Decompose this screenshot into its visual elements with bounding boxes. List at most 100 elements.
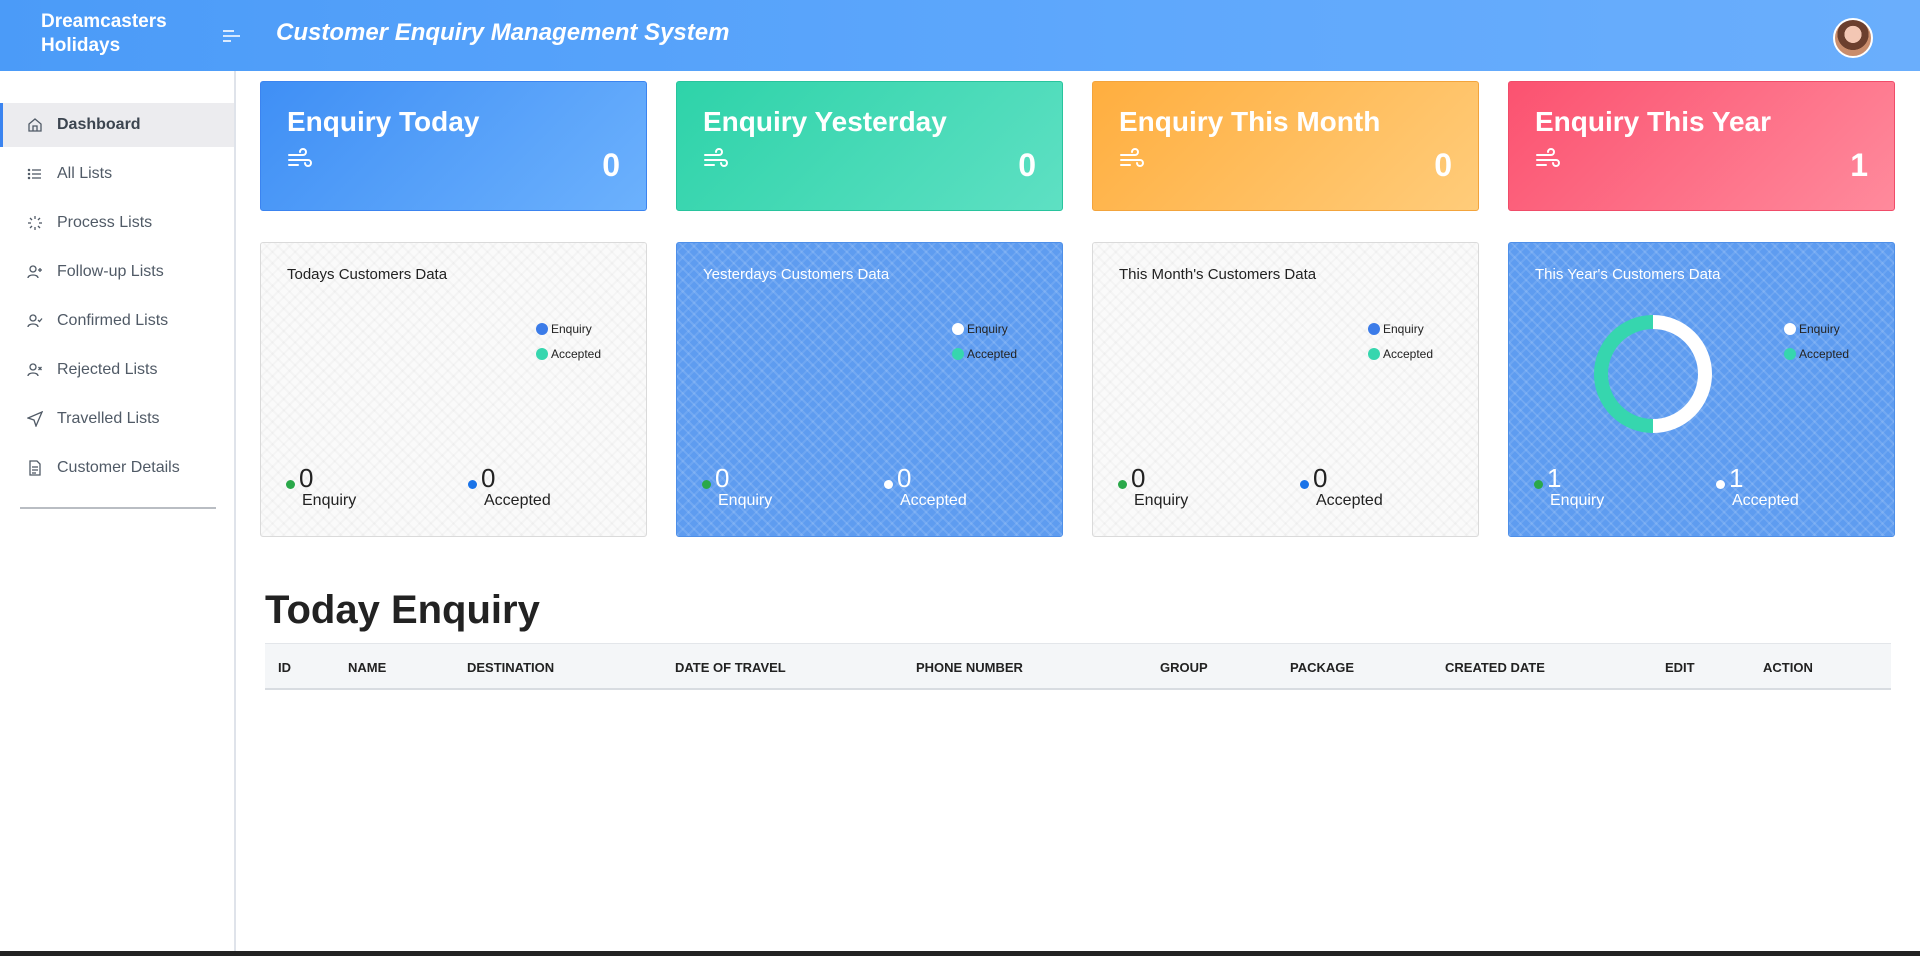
column-header-action[interactable]: ACTION [1763, 660, 1813, 675]
enquiry-label: Enquiry [1134, 492, 1189, 509]
data-card-title: This Month's Customers Data [1119, 266, 1317, 283]
legend-item-enquiry[interactable]: Enquiry [1784, 316, 1849, 341]
legend-item-accepted[interactable]: Accepted [536, 341, 601, 366]
legend-label: Accepted [551, 346, 602, 361]
wind-icon [1120, 148, 1144, 167]
legend-item-accepted[interactable]: Accepted [1368, 341, 1433, 366]
column-header-date-of-travel[interactable]: DATE OF TRAVEL [675, 660, 786, 675]
accepted-value: 0 [481, 463, 496, 493]
column-header-created-date[interactable]: CREATED DATE [1445, 660, 1545, 675]
donut-chart[interactable] [1592, 313, 1714, 435]
stat-card-this-month[interactable]: Enquiry This Month 0 [1092, 81, 1479, 211]
sidebar-item-label: Customer Details [57, 459, 180, 476]
legend-label: Enquiry [1383, 321, 1424, 336]
sidebar-item-process-lists[interactable]: Process Lists [0, 201, 234, 245]
sidebar-item-label: Rejected Lists [57, 361, 158, 378]
column-header-destination[interactable]: DESTINATION [467, 660, 554, 675]
stat-card-value: 0 [1434, 147, 1452, 183]
legend-item-enquiry[interactable]: Enquiry [952, 316, 1017, 341]
menu-toggle-icon[interactable] [220, 26, 244, 46]
wind-icon [1536, 148, 1560, 167]
donut-slice-accepted[interactable] [1594, 315, 1654, 433]
donut-slice-enquiry[interactable] [1652, 315, 1712, 433]
stat-card-value: 1 [1850, 147, 1868, 183]
column-header-phone-number[interactable]: PHONE NUMBER [916, 660, 1023, 675]
app-title: Customer Enquiry Management System [276, 19, 730, 46]
legend-item-enquiry[interactable]: Enquiry [1368, 316, 1433, 341]
sidebar-item-label: Travelled Lists [57, 410, 160, 427]
top-header: Dreamcasters Holidays Customer Enquiry M… [0, 0, 1920, 71]
accepted-count: 0 Accepted [468, 463, 551, 510]
legend-label: Accepted [967, 346, 1018, 361]
legend-item-enquiry[interactable]: Enquiry [536, 316, 601, 341]
accepted-count: 0 Accepted [1300, 463, 1383, 510]
data-card-title: Yesterdays Customers Data [703, 266, 890, 283]
legend-item-accepted[interactable]: Accepted [1784, 341, 1849, 366]
legend-label: Accepted [1383, 346, 1434, 361]
sidebar-item-label: Process Lists [57, 214, 153, 231]
accepted-count: 1 Accepted [1716, 463, 1799, 510]
file-text-icon [29, 460, 41, 476]
enquiry-value: 0 [1131, 463, 1146, 493]
enquiry-count: 0 Enquiry [702, 463, 772, 510]
enquiry-label: Enquiry [1550, 492, 1605, 509]
user-x-icon [27, 363, 42, 377]
enquiry-table-header: ID NAME DESTINATION DATE OF TRAVEL PHONE… [265, 643, 1891, 690]
sidebar-item-dashboard[interactable]: Dashboard [0, 103, 234, 147]
enquiry-value: 0 [299, 463, 314, 493]
brand-name[interactable]: Dreamcasters Holidays [41, 10, 191, 58]
enquiry-count: 0 Enquiry [286, 463, 356, 510]
chart-legend: Enquiry Accepted [952, 316, 1017, 366]
stat-card-title: Enquiry Today [287, 106, 480, 137]
legend-item-accepted[interactable]: Accepted [952, 341, 1017, 366]
enquiry-label: Enquiry [302, 492, 357, 509]
accepted-label: Accepted [484, 492, 551, 509]
sidebar-item-label: Dashboard [57, 116, 141, 133]
sidebar-divider [20, 507, 216, 509]
accepted-count: 0 Accepted [884, 463, 967, 510]
enquiry-value: 0 [715, 463, 730, 493]
legend-label: Enquiry [1799, 321, 1840, 336]
sidebar-item-rejected-lists[interactable]: Rejected Lists [0, 348, 234, 392]
stat-card-yesterday[interactable]: Enquiry Yesterday 0 [676, 81, 1063, 211]
user-avatar[interactable] [1833, 18, 1873, 58]
wind-icon [288, 148, 312, 167]
column-header-name[interactable]: NAME [348, 660, 386, 675]
column-header-group[interactable]: GROUP [1160, 660, 1208, 675]
sidebar-item-label: All Lists [57, 165, 113, 182]
stat-card-value: 0 [1018, 147, 1036, 183]
user-plus-icon [27, 265, 42, 279]
enquiry-label: Enquiry [718, 492, 773, 509]
enquiry-count: 0 Enquiry [1118, 463, 1188, 510]
stat-card-today[interactable]: Enquiry Today 0 [260, 81, 647, 211]
column-header-id[interactable]: ID [278, 660, 291, 675]
send-icon [27, 411, 43, 427]
sidebar-item-label: Confirmed Lists [57, 312, 169, 329]
accepted-value: 0 [897, 463, 912, 493]
bottom-edge [0, 951, 1920, 956]
sidebar-item-customer-details[interactable]: Customer Details [0, 446, 234, 490]
column-header-package[interactable]: PACKAGE [1290, 660, 1354, 675]
column-header-edit[interactable]: EDIT [1665, 660, 1695, 675]
accepted-value: 0 [1313, 463, 1328, 493]
sidebar-item-label: Follow-up Lists [57, 263, 164, 280]
legend-label: Enquiry [551, 321, 592, 336]
stat-card-this-year[interactable]: Enquiry This Year 1 [1508, 81, 1895, 211]
sidebar-item-all-lists[interactable]: All Lists [0, 152, 234, 196]
sidebar-item-travelled-lists[interactable]: Travelled Lists [0, 397, 234, 441]
data-card-yesterday: Yesterdays Customers Data Enquiry Accept… [676, 242, 1063, 537]
home-icon [28, 118, 42, 132]
loader-icon [28, 216, 42, 230]
accepted-value: 1 [1729, 463, 1744, 493]
sidebar-item-follow-up-lists[interactable]: Follow-up Lists [0, 250, 234, 294]
section-title-today-enquiry: Today Enquiry [265, 588, 540, 632]
accepted-label: Accepted [1732, 492, 1799, 509]
enquiry-value: 1 [1547, 463, 1562, 493]
stat-card-title: Enquiry Yesterday [703, 106, 947, 137]
chart-legend: Enquiry Accepted [536, 316, 601, 366]
legend-label: Enquiry [967, 321, 1008, 336]
accepted-label: Accepted [900, 492, 967, 509]
data-card-title: This Year's Customers Data [1535, 266, 1721, 283]
legend-label: Accepted [1799, 346, 1850, 361]
sidebar-item-confirmed-lists[interactable]: Confirmed Lists [0, 299, 234, 343]
